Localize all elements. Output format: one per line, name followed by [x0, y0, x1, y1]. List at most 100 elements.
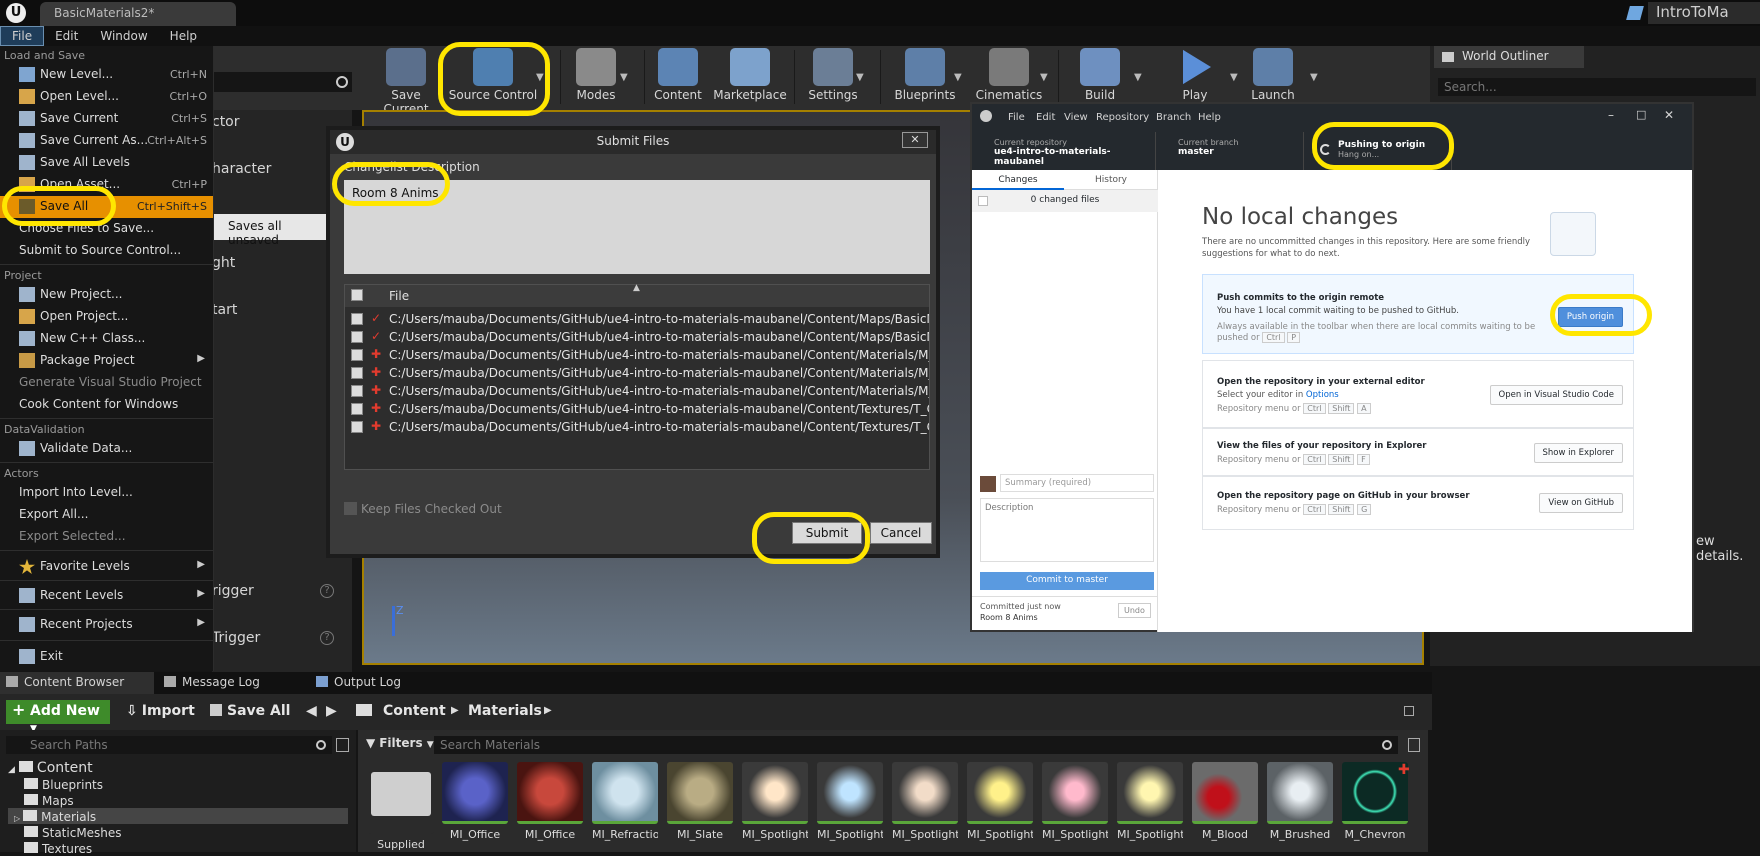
asset-tile[interactable]: MI_Office: [517, 762, 583, 852]
menu-save-current-as[interactable]: Save Current As... Ctrl+Alt+S: [0, 130, 213, 152]
undo-button[interactable]: Undo: [1118, 603, 1151, 618]
filter-list-icon[interactable]: [336, 738, 349, 752]
asset-tile[interactable]: MI_Slate: [667, 762, 733, 852]
open-in-vscode-button[interactable]: Open in Visual Studio Code: [1489, 385, 1623, 405]
file-checkbox[interactable]: [351, 403, 363, 415]
back-arrow-icon[interactable]: ◀: [306, 703, 317, 719]
gh-menu-branch[interactable]: Branch: [1156, 112, 1191, 123]
close-icon[interactable]: ✕: [1664, 108, 1674, 122]
save-search-icon[interactable]: [1408, 738, 1420, 752]
blueprints-dropdown-icon[interactable]: ▼: [954, 72, 962, 83]
menu-edit[interactable]: Edit: [44, 27, 89, 45]
file-checkbox[interactable]: [351, 421, 363, 433]
keep-files-checkbox[interactable]: [344, 502, 357, 515]
menu-cook-content[interactable]: Cook Content for Windows: [0, 394, 213, 416]
tab-changes[interactable]: Changes: [972, 170, 1064, 190]
import-button[interactable]: ⇩ Import: [126, 703, 195, 719]
current-branch-selector[interactable]: Current branch master: [1156, 132, 1304, 170]
menu-help[interactable]: Help: [159, 27, 208, 45]
search-icon[interactable]: [316, 740, 326, 750]
gh-menu-file[interactable]: File: [1008, 112, 1025, 123]
mode-item[interactable]: tart: [212, 302, 237, 318]
search-paths-input[interactable]: Search Paths: [6, 736, 332, 754]
file-checkbox[interactable]: [351, 331, 363, 343]
view-on-github-button[interactable]: View on GitHub: [1539, 493, 1623, 513]
menu-save-all-levels[interactable]: Save All Levels: [0, 152, 213, 174]
source-control-button[interactable]: Source Control: [448, 48, 538, 106]
options-link[interactable]: Options: [1306, 390, 1339, 400]
menu-open-level[interactable]: Open Level... Ctrl+O: [0, 86, 213, 108]
menu-import-into-level[interactable]: Import Into Level...: [0, 482, 213, 504]
asset-tile[interactable]: MI_Refraction: [592, 762, 658, 852]
launch-dropdown-icon[interactable]: ▼: [1310, 72, 1318, 83]
breadcrumb-content[interactable]: Content: [383, 703, 446, 719]
file-checkbox[interactable]: [351, 367, 363, 379]
summary-input[interactable]: Summary (required): [1000, 474, 1154, 492]
mode-item[interactable]: haracter: [212, 161, 271, 177]
asset-tile[interactable]: MI_Spotlight_: [1042, 762, 1108, 852]
menu-recent-projects[interactable]: Recent Projects ▶: [0, 614, 213, 636]
file-row[interactable]: ✓ C:/Users/mauba/Documents/GitHub/ue4-int…: [345, 329, 929, 347]
gh-menu-help[interactable]: Help: [1198, 112, 1221, 123]
filters-button[interactable]: ▼ Filters ▼: [366, 736, 434, 750]
world-outliner-tab[interactable]: World Outliner: [1434, 46, 1584, 68]
asset-tile[interactable]: M_Brushed: [1267, 762, 1333, 852]
cinematics-button[interactable]: Cinematics: [972, 48, 1046, 106]
play-dropdown-icon[interactable]: ▼: [1230, 72, 1238, 83]
file-row[interactable]: ✚ C:/Users/mauba/Documents/GitHub/ue4-int…: [345, 401, 929, 419]
menu-new-cpp-class[interactable]: New C++ Class...: [0, 328, 213, 350]
tab-message-log[interactable]: Message Log: [158, 672, 306, 694]
menu-new-level[interactable]: New Level... Ctrl+N: [0, 64, 213, 86]
menu-new-project[interactable]: New Project...: [0, 284, 213, 306]
asset-tile[interactable]: MI_Spotlight_: [967, 762, 1033, 852]
current-repository-selector[interactable]: Current repository ue4-intro-to-material…: [972, 132, 1156, 170]
save-current-button[interactable]: Save Current: [368, 48, 444, 116]
build-button[interactable]: Build: [1064, 48, 1136, 106]
file-column-header[interactable]: File: [389, 289, 409, 303]
changelist-description-input[interactable]: Room 8 Anims: [344, 180, 930, 274]
asset-tile[interactable]: MI_Spotlight_: [742, 762, 808, 852]
menu-save-current[interactable]: Save Current Ctrl+S: [0, 108, 213, 130]
source-control-dropdown-icon[interactable]: ▼: [536, 72, 544, 83]
cb-save-all-button[interactable]: Save All: [210, 703, 290, 719]
tree-item-materials[interactable]: ▷ Materials: [14, 810, 96, 824]
modes-button[interactable]: Modes: [568, 48, 624, 106]
menu-window[interactable]: Window: [89, 27, 158, 45]
tree-item-maps[interactable]: Maps: [24, 794, 74, 808]
cancel-button[interactable]: Cancel: [870, 522, 932, 544]
gh-menu-repository[interactable]: Repository: [1096, 112, 1149, 123]
cinematics-dropdown-icon[interactable]: ▼: [1040, 72, 1048, 83]
menu-package-project[interactable]: Package Project ▶: [0, 350, 213, 372]
play-button[interactable]: Play: [1160, 48, 1230, 106]
help-icon[interactable]: ?: [320, 584, 334, 598]
mode-item[interactable]: ght: [212, 255, 235, 271]
file-row[interactable]: ✚ C:/Users/mauba/Documents/GitHub/ue4-int…: [345, 347, 929, 365]
help-icon[interactable]: ?: [320, 631, 334, 645]
forward-arrow-icon[interactable]: ▶: [326, 703, 337, 719]
search-icon[interactable]: [1382, 740, 1392, 750]
gh-menu-edit[interactable]: Edit: [1036, 112, 1055, 123]
asset-tile[interactable]: MI_Spotlight_: [817, 762, 883, 852]
asset-tile[interactable]: MI_Spotlight_: [892, 762, 958, 852]
file-checkbox[interactable]: [351, 385, 363, 397]
menu-choose-files-to-save[interactable]: Choose Files to Save...: [0, 218, 213, 240]
tree-item-blueprints[interactable]: Blueprints: [24, 778, 103, 792]
select-all-checkbox[interactable]: [978, 196, 988, 206]
show-in-explorer-button[interactable]: Show in Explorer: [1533, 443, 1623, 463]
tab-history[interactable]: History: [1064, 170, 1158, 190]
breadcrumb-more-icon[interactable]: ▶: [544, 705, 552, 716]
tab-output-log[interactable]: Output Log: [310, 672, 456, 694]
menu-submit-to-source-control[interactable]: Submit to Source Control...: [0, 240, 213, 262]
push-origin-button[interactable]: Push origin: [1557, 307, 1623, 327]
keep-files-checked-out[interactable]: Keep Files Checked Out: [344, 502, 502, 516]
menu-exit[interactable]: Exit: [0, 646, 213, 668]
tree-item-textures[interactable]: Textures: [24, 842, 92, 856]
modes-dropdown-icon[interactable]: ▼: [620, 72, 628, 83]
minimize-icon[interactable]: –: [1608, 108, 1614, 122]
file-row[interactable]: ✓ C:/Users/mauba/Documents/GitHub/ue4-int…: [345, 311, 929, 329]
asset-tile[interactable]: Supplied: [368, 762, 434, 852]
maximize-icon[interactable]: □: [1636, 108, 1646, 121]
file-row[interactable]: ✚ C:/Users/mauba/Documents/GitHub/ue4-int…: [345, 365, 929, 383]
outliner-search-input[interactable]: Search...: [1438, 78, 1756, 96]
menu-validate-data[interactable]: Validate Data...: [0, 438, 213, 460]
